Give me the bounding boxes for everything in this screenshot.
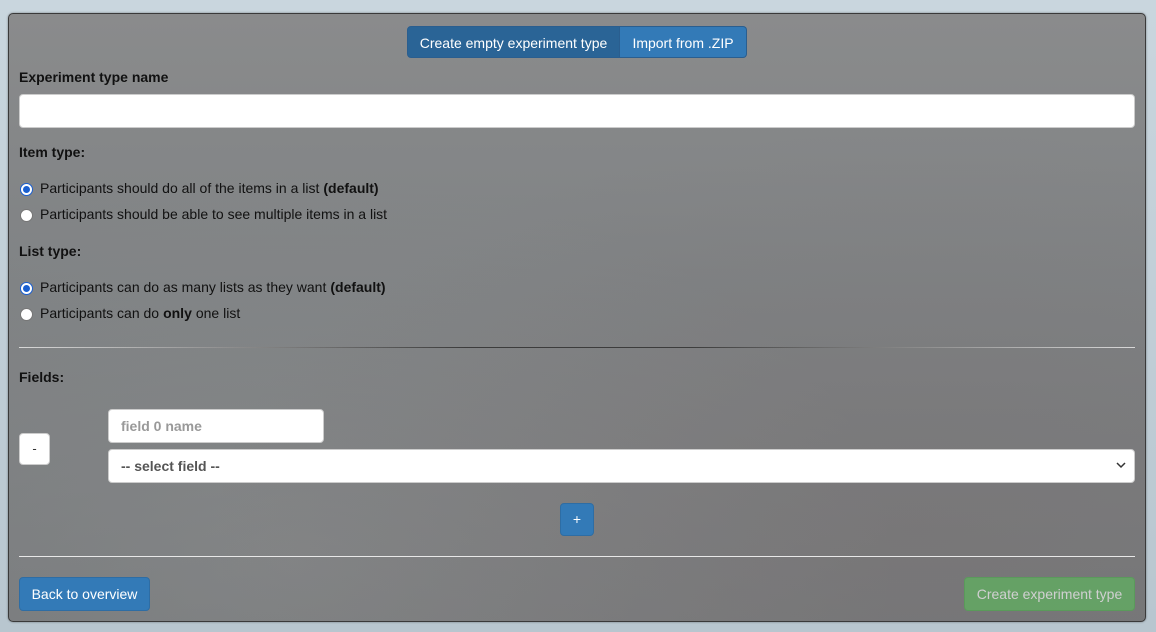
- list-type-option-one-suffix: one list: [195, 305, 241, 321]
- list-type-option-one-emphasis: only: [163, 305, 192, 321]
- item-type-radio-all[interactable]: [20, 182, 33, 196]
- back-to-overview-button[interactable]: Back to overview: [19, 577, 150, 611]
- fields-label: Fields:: [19, 369, 65, 385]
- item-type-label: Item type:: [19, 144, 86, 160]
- list-type-label: List type:: [19, 243, 82, 259]
- list-type-radio-one[interactable]: [20, 307, 33, 321]
- experiment-type-panel: Create empty experiment type Import from…: [8, 13, 1146, 622]
- list-type-option-many-text: Participants can do as many lists as the…: [40, 279, 327, 295]
- list-type-option-many[interactable]: Participants can do as many lists as the…: [20, 279, 386, 295]
- list-type-default-tag: (default): [330, 279, 386, 295]
- section-divider: [19, 347, 1135, 348]
- item-type-option-all[interactable]: Participants should do all of the items …: [20, 180, 379, 196]
- item-type-option-all-text: Participants should do all of the items …: [40, 180, 320, 196]
- field-name-input[interactable]: [108, 409, 324, 443]
- list-type-option-one[interactable]: Participants can do only one list: [20, 305, 240, 321]
- create-experiment-type-button[interactable]: Create experiment type: [964, 577, 1135, 611]
- footer-divider: [19, 556, 1135, 557]
- chevron-down-icon: [1116, 462, 1126, 469]
- add-field-button[interactable]: +: [560, 503, 594, 536]
- field-type-select[interactable]: -- select field --: [108, 449, 1135, 483]
- field-type-select-value: -- select field --: [121, 458, 220, 474]
- item-type-radio-multiple[interactable]: [20, 208, 33, 222]
- item-type-option-multiple[interactable]: Participants should be able to see multi…: [20, 206, 387, 222]
- experiment-type-name-label: Experiment type name: [19, 69, 169, 85]
- tab-import-zip[interactable]: Import from .ZIP: [620, 26, 747, 58]
- remove-field-button[interactable]: -: [19, 433, 50, 465]
- item-type-option-multiple-text: Participants should be able to see multi…: [40, 206, 388, 222]
- tab-create-empty[interactable]: Create empty experiment type: [407, 26, 620, 58]
- mode-tabs: Create empty experiment type Import from…: [407, 26, 747, 58]
- item-type-default-tag: (default): [323, 180, 379, 196]
- list-type-option-one-prefix: Participants can do: [40, 305, 160, 321]
- list-type-radio-many[interactable]: [20, 281, 33, 295]
- experiment-type-name-input[interactable]: [19, 94, 1135, 128]
